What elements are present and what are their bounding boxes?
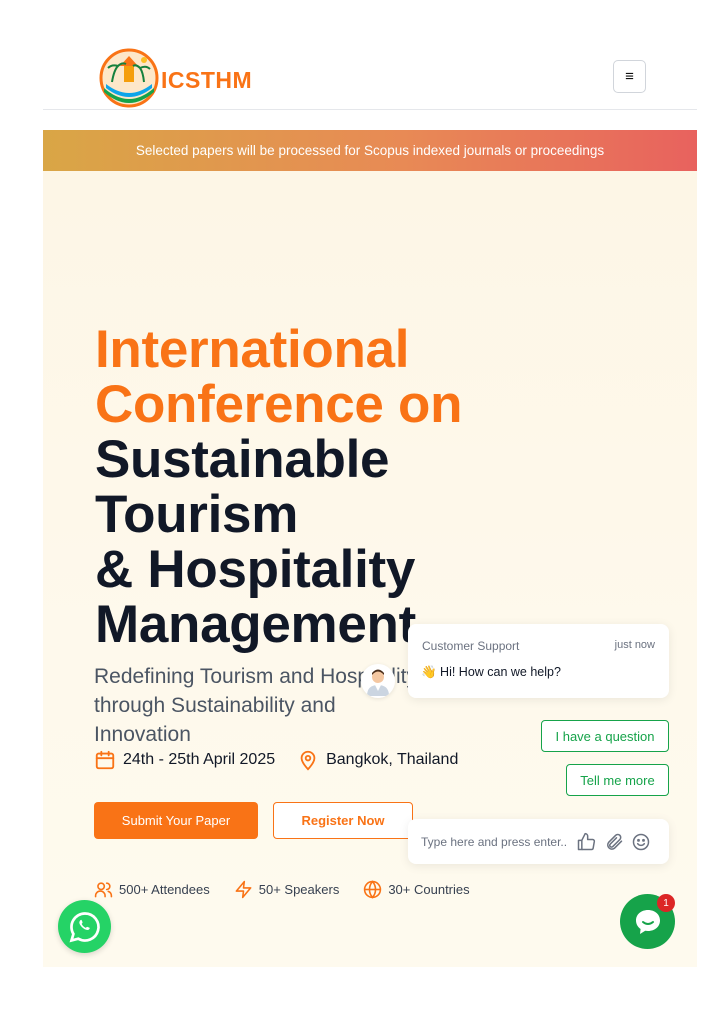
logo-text[interactable]: ICSTHM xyxy=(161,67,252,94)
stat-countries: 30+ Countries xyxy=(363,880,470,899)
title-line-4: Tourism xyxy=(95,485,299,544)
hero-title: International Conference on Sustainable … xyxy=(95,322,462,652)
event-date-text: 24th - 25th April 2025 xyxy=(123,751,276,768)
users-icon xyxy=(94,882,113,898)
whatsapp-icon xyxy=(69,911,100,942)
chat-bubble-icon xyxy=(635,909,660,934)
stat-speakers: 50+ Speakers xyxy=(234,880,340,899)
register-now-button[interactable]: Register Now xyxy=(273,802,413,839)
chat-message-card: Customer Support just now 👋 Hi! How can … xyxy=(408,624,669,698)
announcement-banner: Selected papers will be processed for Sc… xyxy=(43,130,697,171)
map-pin-icon xyxy=(300,750,316,771)
event-location-text: Bangkok, Thailand xyxy=(326,751,459,768)
event-meta: 24th - 25th April 2025 Bangkok, Thailand xyxy=(94,749,480,771)
stat-speakers-label: 50+ Speakers xyxy=(258,882,340,897)
support-agent-avatar xyxy=(361,664,395,698)
stat-attendees: 500+ Attendees xyxy=(94,880,210,899)
stat-countries-label: 30+ Countries xyxy=(388,882,470,897)
event-date: 24th - 25th April 2025 xyxy=(94,749,275,771)
notification-badge: 1 xyxy=(657,894,675,912)
quick-reply-question[interactable]: I have a question xyxy=(541,720,669,752)
stats-row: 500+ Attendees 50+ Speakers 30+ Countrie… xyxy=(94,880,494,899)
whatsapp-button[interactable] xyxy=(58,900,111,953)
calendar-icon xyxy=(95,750,115,770)
stat-attendees-label: 500+ Attendees xyxy=(119,882,210,897)
emoji-icon[interactable] xyxy=(631,832,651,852)
site-header: ICSTHM ≡ xyxy=(43,40,697,110)
title-line-1: International xyxy=(95,320,410,379)
title-line-2: Conference on xyxy=(95,375,463,434)
chat-header: Customer Support xyxy=(422,639,520,653)
site-logo[interactable] xyxy=(98,48,160,108)
hamburger-menu-button[interactable]: ≡ xyxy=(613,60,646,93)
lightning-icon xyxy=(235,880,252,899)
title-line-3: Sustainable xyxy=(95,430,390,489)
chat-input-box xyxy=(408,819,669,864)
event-location: Bangkok, Thailand xyxy=(297,749,458,771)
chat-message-input[interactable] xyxy=(421,831,573,853)
submit-paper-button[interactable]: Submit Your Paper xyxy=(94,802,258,839)
quick-reply-tell-more[interactable]: Tell me more xyxy=(566,764,669,796)
title-line-5: & Hospitality xyxy=(95,540,416,599)
chat-message: 👋 Hi! How can we help? xyxy=(421,665,561,679)
menu-icon: ≡ xyxy=(625,68,634,85)
paperclip-icon[interactable] xyxy=(604,832,624,852)
globe-icon xyxy=(364,880,382,899)
banner-text: Selected papers will be processed for Sc… xyxy=(135,143,605,158)
thumbs-up-icon[interactable] xyxy=(576,832,596,852)
chat-timestamp: just now xyxy=(614,639,655,651)
